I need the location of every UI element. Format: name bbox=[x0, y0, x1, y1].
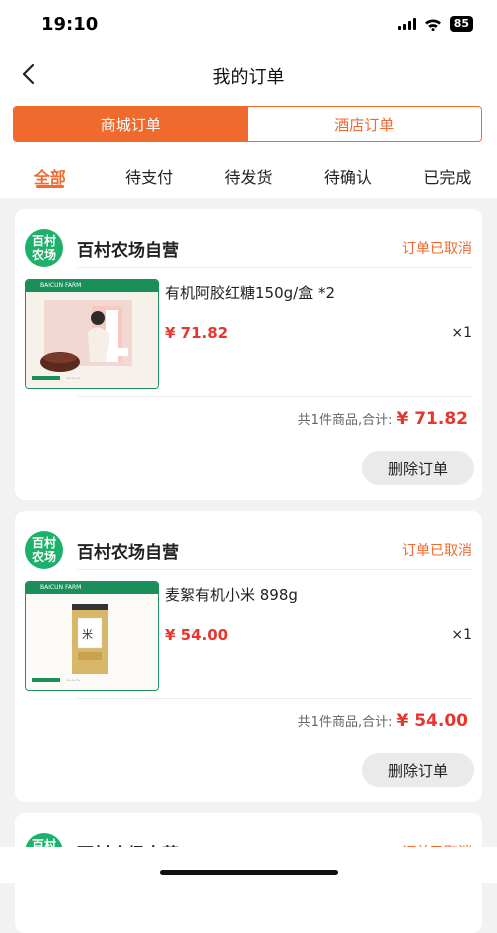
svg-text:∼∼∼: ∼∼∼ bbox=[66, 375, 81, 382]
order-summary: 共1件商品,合计: ¥ 71.82 bbox=[298, 409, 468, 429]
order-summary: 共1件商品,合计: ¥ 54.00 bbox=[298, 711, 468, 731]
tab-active-indicator bbox=[35, 185, 64, 188]
store-logo-text: 百村 农场 bbox=[31, 234, 56, 262]
delete-order-button[interactable]: 删除订单 bbox=[362, 451, 474, 485]
tab-label: 待支付 bbox=[125, 168, 174, 187]
wifi-icon bbox=[424, 18, 441, 31]
product-quantity: ×1 bbox=[451, 627, 472, 643]
product-price: ¥ 54.00 bbox=[165, 626, 229, 644]
tab-pending-payment[interactable]: 待支付 bbox=[99, 152, 198, 198]
nav-bar: 我的订单 bbox=[0, 50, 497, 100]
signal-icon bbox=[397, 18, 416, 30]
product-name[interactable]: 麦絮有机小米 898g bbox=[165, 584, 298, 605]
divider bbox=[77, 698, 472, 699]
store-name[interactable]: 百村农场自营 bbox=[77, 236, 179, 261]
divider bbox=[77, 569, 472, 570]
order-total: ¥ 71.82 bbox=[396, 409, 468, 429]
order-card[interactable]: 百村 农场 百村农场自营 订单已取消 BAICUN FARM ∼∼∼ 有机阿胶红… bbox=[15, 209, 482, 500]
status-icons: 85 bbox=[397, 16, 473, 32]
summary-label: 共1件商品,合计: bbox=[297, 715, 393, 730]
battery-icon: 85 bbox=[449, 16, 473, 32]
segment-area: 商城订单 酒店订单 bbox=[0, 100, 497, 152]
tab-all[interactable]: 全部 bbox=[0, 152, 99, 198]
product-quantity: ×1 bbox=[451, 325, 472, 341]
store-logo-text: 百村 农场 bbox=[31, 536, 56, 564]
tab-pending-confirmation[interactable]: 待确认 bbox=[298, 152, 397, 198]
status-tabs: 全部 待支付 待发货 待确认 已完成 bbox=[0, 152, 497, 198]
thumb-brand: BAICUN FARM bbox=[26, 280, 158, 292]
tab-pending-shipment[interactable]: 待发货 bbox=[199, 152, 298, 198]
order-status: 订单已取消 bbox=[402, 241, 472, 257]
status-time: 19:10 bbox=[41, 14, 99, 35]
order-status: 订单已取消 bbox=[402, 543, 472, 559]
home-indicator[interactable] bbox=[160, 870, 338, 875]
tab-label: 待确认 bbox=[323, 168, 372, 187]
divider bbox=[77, 267, 472, 268]
status-bar: 19:10 85 bbox=[0, 0, 497, 50]
page-title: 我的订单 bbox=[212, 67, 285, 88]
svg-text:米: 米 bbox=[82, 628, 93, 641]
order-type-segment: 商城订单 酒店订单 bbox=[13, 106, 482, 142]
tab-label: 全部 bbox=[33, 168, 66, 187]
svg-text:∼∼∼: ∼∼∼ bbox=[66, 677, 81, 684]
product-name[interactable]: 有机阿胶红糖150g/盒 *2 bbox=[165, 282, 335, 303]
product-image[interactable]: BAICUN FARM ∼∼∼ bbox=[25, 279, 159, 389]
millet-product-illustration: 米 ∼∼∼ bbox=[32, 604, 108, 684]
tab-label: 已完成 bbox=[423, 168, 472, 187]
tab-completed[interactable]: 已完成 bbox=[398, 152, 497, 198]
divider bbox=[77, 396, 472, 397]
order-card[interactable]: 百村 农场 百村农场自营 订单已取消 BAICUN FARM 米 ∼∼∼ 麦絮有… bbox=[15, 511, 482, 802]
store-logo: 百村 农场 bbox=[25, 531, 63, 569]
store-logo: 百村 农场 bbox=[25, 229, 63, 267]
thumb-brand: BAICUN FARM bbox=[26, 582, 158, 594]
order-total: ¥ 54.00 bbox=[396, 711, 468, 731]
summary-label: 共1件商品,合计: bbox=[297, 413, 393, 428]
tab-label: 待发货 bbox=[224, 168, 273, 187]
segment-mall-orders[interactable]: 商城订单 bbox=[14, 107, 248, 141]
home-indicator-area bbox=[0, 847, 497, 883]
store-name[interactable]: 百村农场自营 bbox=[77, 538, 179, 563]
brown-sugar-product-illustration: ∼∼∼ bbox=[32, 300, 132, 382]
product-price: ¥ 71.82 bbox=[165, 324, 229, 342]
segment-hotel-orders[interactable]: 酒店订单 bbox=[247, 107, 481, 141]
product-image[interactable]: BAICUN FARM 米 ∼∼∼ bbox=[25, 581, 159, 691]
delete-order-button[interactable]: 删除订单 bbox=[362, 753, 474, 787]
